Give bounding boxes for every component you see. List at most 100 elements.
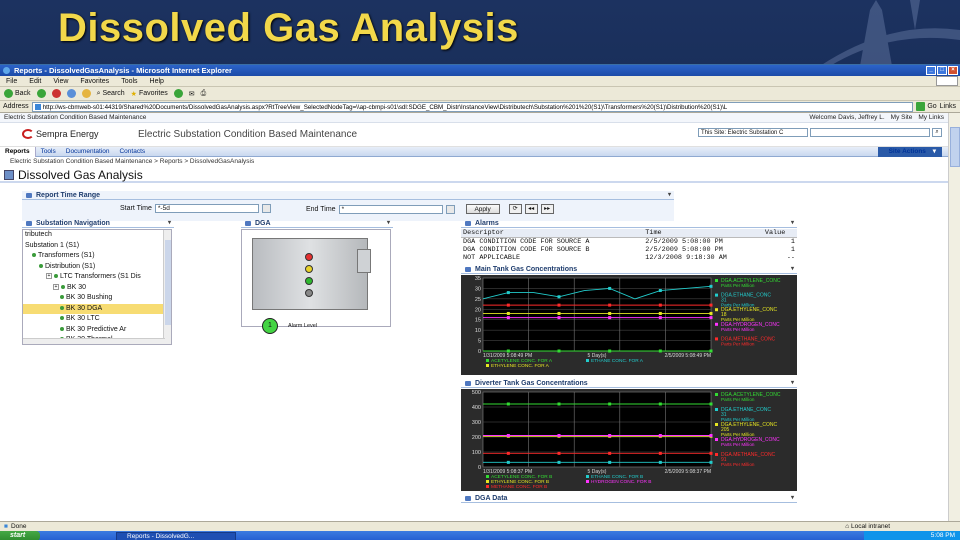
menu-favorites[interactable]: Favorites [80,78,109,85]
tree-node[interactable]: BK 30 LTC [23,314,171,325]
rewind-icon[interactable]: ◂◂ [524,204,538,214]
tree-node[interactable]: BK 30 Bushing [23,293,171,304]
page-scrollbar[interactable] [948,113,960,521]
page-title-text: Dissolved Gas Analysis [18,168,143,182]
window-title: Reports - DissolvedGasAnalysis - Microso… [14,66,232,75]
diverter-tank-chart[interactable]: 0100200300400500 DGA.ACETYLENE_CONCParts … [461,389,797,491]
apply-button[interactable]: Apply [465,204,500,214]
start-time-input[interactable]: *-5d [154,204,259,213]
home-button[interactable] [81,89,91,98]
legend-swatch [715,393,718,396]
yellow-indicator [305,265,313,273]
data-point [709,434,713,437]
tab-tools[interactable]: Tools [36,147,61,157]
tree-node[interactable]: tributech [23,230,171,241]
page-title-icon [4,170,14,180]
window-titlebar[interactable]: Reports - DissolvedGasAnalysis - Microso… [0,65,960,76]
table-row[interactable]: DGA CONDITION CODE FOR SOURCE B 2/5/2009 … [461,246,797,254]
sempra-logo[interactable]: Sempra Energy [22,129,99,139]
webpart-menu-icon[interactable]: ▾ [387,219,390,228]
favorites-button[interactable]: ★ Favorites [131,90,168,98]
tab-documentation[interactable]: Documentation [61,147,115,157]
close-button[interactable]: × [948,66,958,75]
webpart-menu-icon[interactable]: ▾ [791,494,794,503]
tree-node[interactable]: Transformers (S1) [23,251,171,262]
tree-node[interactable]: BK 30 DGA [23,303,171,314]
links-button[interactable]: Links [940,103,960,110]
alarm-level-label: Alarm Level [288,323,318,329]
history-button[interactable] [173,89,183,98]
tree-node[interactable]: BK 30 Predictive Ar [23,325,171,336]
search-scope-select[interactable]: This Site: Electric Substation C [698,128,808,137]
legend-swatch [715,423,718,426]
scrollbar-thumb[interactable] [950,127,960,167]
table-row[interactable]: DGA CONDITION CODE FOR SOURCE A 2/5/2009 … [461,238,797,247]
red-indicator [305,253,313,261]
data-point [709,311,713,315]
site-actions-menu[interactable]: Site Actions ▾ [877,147,942,157]
start-calendar-icon[interactable] [261,204,271,213]
col-value[interactable]: Value [762,229,797,238]
breadcrumb[interactable]: Electric Substation Condition Based Main… [0,157,948,167]
expand-toggle-icon[interactable]: + [53,283,59,290]
tree-node-label: BK 30 Predictive Ar [66,325,127,333]
alarms-table: Descriptor Time Value DGA CONDITION CODE… [461,229,797,262]
end-time-input[interactable]: * [338,204,443,214]
col-descriptor[interactable]: Descriptor [461,229,644,238]
legend-swatch [486,364,489,367]
back-button[interactable]: Back [4,89,31,98]
start-button[interactable]: start [0,531,40,540]
menu-edit[interactable]: Edit [29,78,41,85]
main-tank-chart[interactable]: 05101520253035 DGA.ACETYLENE_CONCParts Pe… [461,275,797,375]
tab-contacts[interactable]: Contacts [114,147,150,157]
menu-tools[interactable]: Tools [121,78,137,85]
menu-help[interactable]: Help [150,78,164,85]
search-go-button[interactable]: ⌕ [932,128,942,137]
tree-node[interactable]: Substation 1 (S1) [23,241,171,252]
tab-reports[interactable]: Reports [0,146,36,157]
clock: 5:08 PM [930,532,955,539]
tree-hscrollbar[interactable] [23,338,165,344]
data-point [658,434,662,437]
welcome-menu[interactable]: Welcome Davis, Jeffrey L. [809,114,884,121]
tree-node[interactable]: + BK 30 [23,283,171,294]
tree-node[interactable]: Distribution (S1) [23,262,171,273]
col-time[interactable]: Time [643,229,763,238]
webpart-menu-icon[interactable]: ▾ [168,219,171,228]
go-button[interactable]: Go [916,102,937,111]
webpart-menu-icon[interactable]: ▾ [668,191,671,200]
menu-view[interactable]: View [53,78,68,85]
top-site-link[interactable]: Electric Substation Condition Based Main… [4,114,146,121]
refresh-button[interactable] [66,89,76,98]
maximize-button[interactable]: □ [937,66,947,75]
data-point [658,460,662,464]
report-time-range-panel: Report Time Range ▾ Start Time *-5d End T… [22,191,674,221]
diverter-tank-header: Diverter Tank Gas Concentrations ▾ [461,379,797,388]
mail-button[interactable]: ✉ [189,90,195,98]
my-site-link[interactable]: My Site [891,114,913,121]
forward-icon[interactable]: ▸▸ [540,204,554,214]
expand-toggle-icon[interactable]: + [46,273,52,280]
stop-button[interactable] [51,89,61,98]
webpart-menu-icon[interactable]: ▾ [791,265,794,274]
tree-scrollbar[interactable] [163,230,171,344]
webpart-menu-icon[interactable]: ▾ [791,379,794,388]
search-input[interactable] [810,128,930,137]
forward-button[interactable] [36,89,46,98]
search-button[interactable]: ⌕ Search [97,90,125,98]
slide-title: Dissolved Gas Analysis [58,6,519,50]
table-row[interactable]: NOT APPLICABLE 12/3/2008 9:18:30 AM -- [461,254,797,262]
tree-node[interactable]: + LTC Transformers (S1 Dis [23,272,171,283]
webpart-menu-icon[interactable]: ▾ [791,219,794,228]
y-tick-label: 20 [475,307,481,313]
minimize-button[interactable]: _ [926,66,936,75]
address-input[interactable]: http://ws-cbmweb-s01:44319/Shared%20Docu… [31,101,914,112]
my-links-menu[interactable]: My Links [918,114,944,121]
end-calendar-icon[interactable] [445,204,455,214]
webpart-icon [26,221,32,226]
refresh-icon[interactable]: ⟳ [508,204,522,214]
node-bullet-icon [61,284,65,289]
print-button[interactable]: ⎙ [201,90,207,98]
taskbar-item-reports[interactable]: Reports - DissolvedG... [116,531,236,540]
menu-file[interactable]: File [6,78,17,85]
